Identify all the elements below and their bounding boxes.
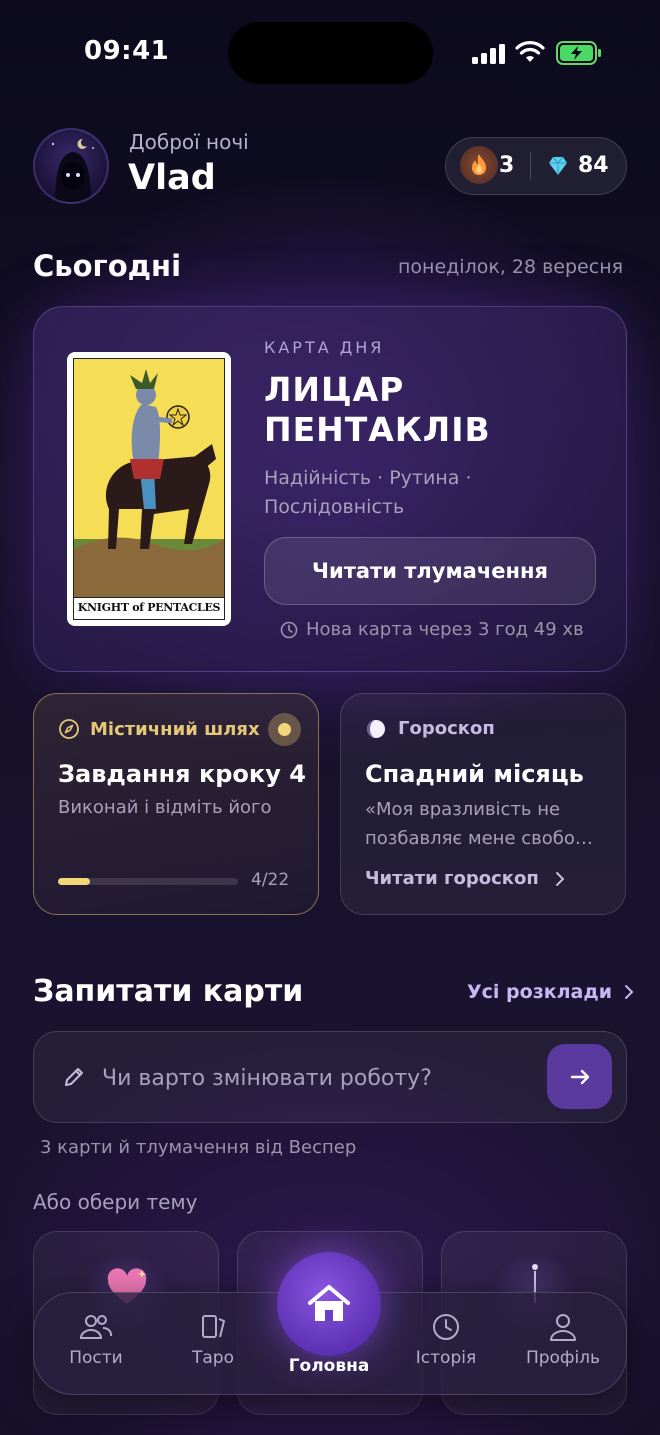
- mystic-path-title: Завдання кроку 4: [58, 760, 306, 788]
- tarot-card-caption: KNIGHT of PENTACLES: [74, 597, 224, 619]
- tab-tarot-label: Таро: [192, 1348, 234, 1368]
- knight-illustration: [74, 369, 224, 599]
- section-title-today: Сьогодні: [33, 249, 182, 283]
- chevron-right-icon: [555, 871, 565, 886]
- history-clock-icon: [433, 1314, 459, 1340]
- compass-icon: [59, 719, 79, 739]
- horoscope-title: Спадний місяць: [365, 760, 584, 788]
- tab-home-label: Головна: [288, 1356, 370, 1376]
- tab-home[interactable]: [277, 1252, 381, 1356]
- mystic-path-header: Містичний шлях: [58, 718, 260, 740]
- gem-icon: [549, 156, 567, 175]
- tab-profile[interactable]: Профіль: [508, 1312, 618, 1368]
- wifi-icon: [515, 41, 545, 62]
- clock-icon: [280, 621, 298, 638]
- all-spreads-link[interactable]: Усі розклади: [467, 981, 634, 1003]
- cellular-signal-icon: [472, 44, 505, 64]
- pencil-icon: [65, 1068, 83, 1086]
- progress-fill: [58, 878, 91, 885]
- tab-posts-label: Пости: [69, 1348, 123, 1368]
- all-spreads-label: Усі розклади: [467, 981, 613, 1003]
- user-icon: [550, 1314, 576, 1341]
- submit-question-button[interactable]: [547, 1044, 612, 1109]
- battery-charging-icon: [556, 41, 601, 65]
- card-of-day-label: КАРТА ДНЯ: [264, 338, 385, 357]
- read-interpretation-button[interactable]: Читати тлумачення: [264, 537, 596, 605]
- gem-count: 84: [578, 153, 609, 178]
- read-horoscope-link[interactable]: Читати гороскоп: [365, 868, 565, 889]
- section-title-ask: Запитати карти: [33, 974, 304, 1009]
- question-hint: 3 карти й тлумачення від Веспер: [40, 1137, 357, 1158]
- tab-tarot[interactable]: Таро: [158, 1312, 268, 1368]
- tab-history[interactable]: Історія: [391, 1312, 501, 1368]
- username: Vlad: [128, 158, 216, 198]
- arrow-right-icon: [570, 1069, 589, 1084]
- avatar[interactable]: [33, 128, 109, 204]
- card-of-day-title: ЛИЦАР ПЕНТАКЛІВ: [264, 370, 491, 449]
- question-input[interactable]: [102, 1060, 522, 1096]
- streak-count: 3: [499, 153, 515, 178]
- today-date: понеділок, 28 вересня: [398, 256, 624, 278]
- hooded-figure-icon: [51, 138, 94, 202]
- next-card-timer: Нова карта через 3 год 49 хв: [280, 619, 584, 640]
- cards-icon: [202, 1315, 225, 1338]
- chevron-right-icon: [625, 985, 634, 999]
- mystic-path-status-icon: [268, 713, 301, 746]
- tab-posts[interactable]: Пости: [41, 1312, 151, 1368]
- moon-phase-icon: [367, 719, 385, 738]
- mystic-path-progress-bar: [58, 878, 238, 885]
- tab-history-label: Історія: [415, 1348, 477, 1368]
- horoscope-label: Гороскоп: [398, 718, 495, 739]
- status-time: 09:41: [84, 36, 170, 66]
- flame-icon: [472, 154, 486, 175]
- read-horoscope-label: Читати гороскоп: [365, 868, 539, 889]
- themes-label: Або обери тему: [33, 1190, 198, 1214]
- stats-divider: [530, 152, 531, 180]
- tarot-card-image[interactable]: KNIGHT of PENTACLES: [67, 352, 231, 626]
- home-icon: [308, 1285, 350, 1321]
- mystic-path-subtitle: Виконай і відміть його: [58, 797, 272, 818]
- streak-badge: [460, 146, 498, 184]
- tab-profile-label: Профіль: [525, 1348, 601, 1368]
- card-keywords: Надійність · Рутина · Послідовність: [264, 467, 472, 518]
- horoscope-header: Гороскоп: [366, 718, 495, 739]
- greeting-text: Доброї ночі: [129, 130, 249, 154]
- mystic-path-progress-text: 4/22: [251, 870, 290, 890]
- dynamic-island: [228, 22, 433, 84]
- horoscope-quote: «Моя вразливість не позбавляє мене свобо…: [365, 799, 593, 849]
- next-card-text: Нова карта через 3 год 49 хв: [306, 619, 584, 640]
- people-icon: [79, 1315, 113, 1339]
- mystic-path-label: Містичний шлях: [90, 718, 260, 740]
